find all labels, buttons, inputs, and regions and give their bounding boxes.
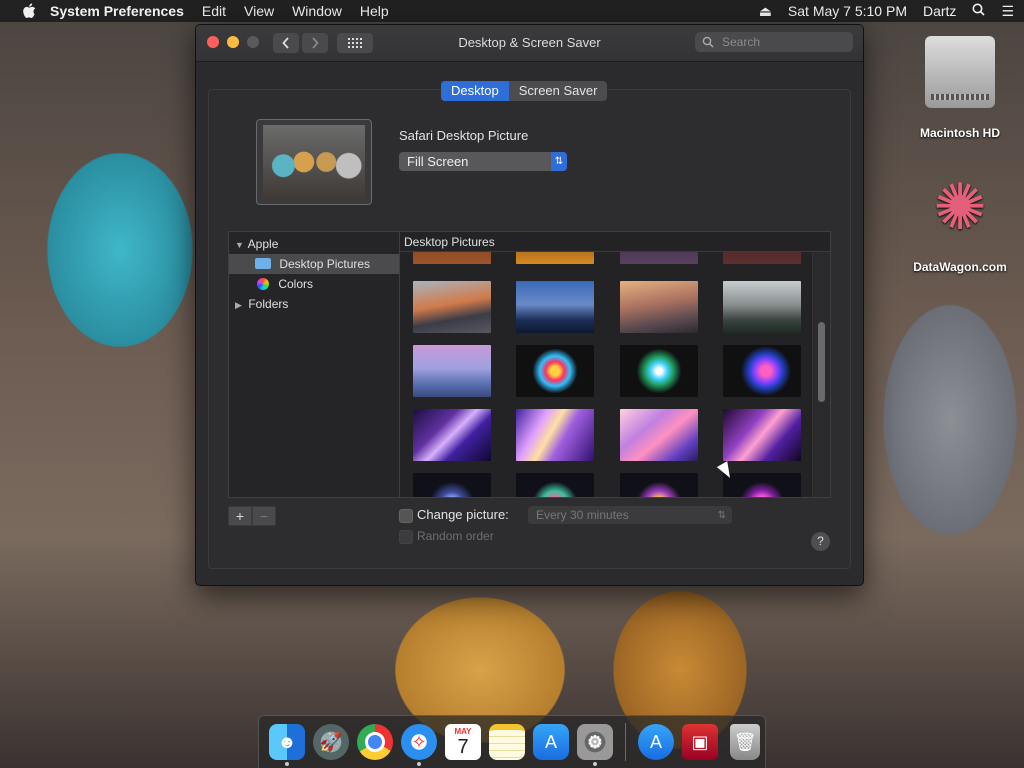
dock-photo-booth-icon[interactable]: ▣ <box>682 724 718 760</box>
title-bar[interactable]: Desktop & Screen Saver <box>196 25 863 62</box>
random-order-label: Random order <box>417 529 494 543</box>
wallpaper-thumbnail[interactable] <box>413 252 491 264</box>
calendar-month: MAY <box>454 726 472 736</box>
dock-finder-icon[interactable]: ☻ <box>269 724 305 766</box>
wallpaper-thumbnail[interactable] <box>723 473 801 497</box>
dock-trash-icon[interactable]: 🗑 <box>730 724 760 760</box>
apple-menu-icon[interactable] <box>20 2 38 20</box>
wallpaper-thumbnail[interactable] <box>723 345 801 397</box>
sidebar-group-folders[interactable]: ▶ Folders <box>229 294 406 314</box>
wallpaper-thumbnail[interactable] <box>413 345 491 397</box>
menu-app-name[interactable]: System Preferences <box>50 3 184 19</box>
fit-popup-value: Fill Screen <box>407 154 469 169</box>
eject-icon[interactable]: ⏏ <box>759 3 772 20</box>
wallpaper-thumbnail[interactable] <box>723 252 801 264</box>
dock-launchpad-icon[interactable]: 🚀 <box>313 724 349 760</box>
picture-gallery: Desktop Pictures <box>399 231 831 498</box>
menu-view[interactable]: View <box>244 3 274 19</box>
wallpaper-thumbnail[interactable] <box>516 281 594 333</box>
wallpaper-thumbnail[interactable] <box>723 281 801 333</box>
wallpaper-thumbnail[interactable] <box>413 281 491 333</box>
menu-help[interactable]: Help <box>360 3 389 19</box>
wallpaper-thumbnail[interactable] <box>516 473 594 497</box>
menu-window[interactable]: Window <box>292 3 342 19</box>
interval-popup: Every 30 minutes ⇅ <box>528 506 732 524</box>
sidebar-item-colors[interactable]: Colors <box>229 274 400 294</box>
wallpaper-thumbnail[interactable] <box>620 345 698 397</box>
add-remove-controls: + − <box>228 506 276 526</box>
up-down-arrows-icon: ⇅ <box>717 509 726 521</box>
dock-system-preferences-icon[interactable]: ⚙ <box>577 724 613 766</box>
search-icon <box>702 36 714 48</box>
sidebar-group-label: Apple <box>247 237 279 251</box>
color-wheel-icon <box>257 278 269 290</box>
dock-notes-icon[interactable] <box>489 724 525 760</box>
add-folder-button[interactable]: + <box>228 506 252 526</box>
wallpaper-thumbnail[interactable] <box>516 252 594 264</box>
desktop-icon-label: Macintosh HD <box>919 126 1000 140</box>
change-picture-label: Change picture: <box>417 507 509 522</box>
sidebar-item-desktop-pictures[interactable]: Desktop Pictures <box>229 254 400 274</box>
dock-calendar-icon[interactable]: MAY 7 <box>445 724 481 760</box>
wallpaper-thumbnail[interactable] <box>620 409 698 461</box>
wallpaper-thumbnail[interactable] <box>516 409 594 461</box>
desktop-icon-macintosh-hd[interactable]: Macintosh HD <box>905 36 1015 140</box>
menu-user[interactable]: Dartz <box>923 3 956 19</box>
sidebar-item-label: Desktop Pictures <box>279 257 371 271</box>
folder-icon <box>255 258 271 269</box>
search-field[interactable] <box>695 32 853 52</box>
notification-center-icon[interactable]: ☰ <box>1001 3 1014 20</box>
desktop-screensaver-window: Desktop & Screen Saver Desktop Screen Sa… <box>195 24 864 586</box>
change-picture-checkbox[interactable] <box>399 509 413 523</box>
search-input[interactable] <box>720 34 844 50</box>
disclosure-down-icon[interactable]: ▼ <box>235 235 245 255</box>
fit-popup-button[interactable]: Fill Screen ⇅ <box>399 152 567 171</box>
thumbnail-grid <box>400 252 813 497</box>
tab-desktop[interactable]: Desktop <box>441 81 509 101</box>
dock-safari-icon[interactable]: ✧ <box>401 724 437 766</box>
wallpaper-thumbnail[interactable] <box>620 281 698 333</box>
sidebar-item-label: Colors <box>278 277 314 291</box>
hard-drive-icon <box>925 36 995 108</box>
gallery-scrollbar[interactable] <box>812 252 830 497</box>
menu-edit[interactable]: Edit <box>202 3 226 19</box>
preview-image <box>263 125 365 199</box>
sidebar-group-apple[interactable]: ▼ Apple <box>229 234 406 254</box>
interval-value: Every 30 minutes <box>536 508 629 522</box>
menu-bar: System Preferences Edit View Window Help… <box>0 0 1024 22</box>
help-button[interactable]: ? <box>811 532 830 551</box>
random-order-checkbox <box>399 530 413 544</box>
remove-folder-button: − <box>252 506 276 526</box>
desktop-icon-label: DataWagon.com <box>913 260 1007 274</box>
sidebar-group-label: Folders <box>248 297 289 311</box>
gallery-header: Desktop Pictures <box>400 232 830 252</box>
tab-screen-saver[interactable]: Screen Saver <box>509 81 608 101</box>
tab-bar: Desktop Screen Saver <box>441 81 608 101</box>
dock-app-store-icon[interactable]: A <box>533 724 569 760</box>
dock: ☻ 🚀 ✧ MAY 7 A ⚙ A ▣ 🗑 <box>258 715 766 768</box>
wallpaper-thumbnail[interactable] <box>620 252 698 264</box>
spotlight-search-icon[interactable] <box>972 3 986 19</box>
picture-name: Safari Desktop Picture <box>399 128 529 143</box>
menu-clock[interactable]: Sat May 7 5:10 PM <box>788 3 907 19</box>
wallpaper-thumbnail[interactable] <box>723 409 801 461</box>
up-down-arrows-icon: ⇅ <box>551 152 567 171</box>
wallpaper-thumbnail[interactable] <box>620 473 698 497</box>
dock-chrome-icon[interactable] <box>357 724 393 760</box>
dock-app-store-download-icon[interactable]: A <box>638 724 674 760</box>
wallpaper-thumbnail[interactable] <box>413 473 491 497</box>
star-logo-icon: ✺ <box>933 171 987 243</box>
calendar-day: 7 <box>457 735 469 758</box>
dock-separator <box>625 723 626 761</box>
desktop-icon-datawagon[interactable]: ✺ DataWagon.com <box>898 168 1022 274</box>
wallpaper-thumbnail[interactable] <box>413 409 491 461</box>
wallpaper-thumbnail[interactable] <box>516 345 594 397</box>
disclosure-right-icon[interactable]: ▶ <box>235 295 245 315</box>
current-picture-preview <box>256 119 372 205</box>
scrollbar-knob[interactable] <box>818 322 825 402</box>
source-list: ▼ Apple Desktop Pictures Colors ▶ Folder… <box>228 231 401 498</box>
